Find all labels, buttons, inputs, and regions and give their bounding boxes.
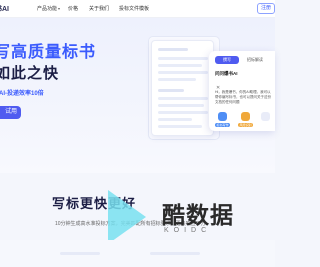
quick-action-risk[interactable]: 风险识别 xyxy=(238,123,253,127)
doc-line xyxy=(158,97,208,100)
preview-line xyxy=(150,252,200,255)
quick-action-writing[interactable]: 标书写作 xyxy=(215,123,230,127)
doc-line xyxy=(158,57,208,60)
login-button[interactable]: 注册 xyxy=(257,3,275,14)
tab-write[interactable]: 撰写 xyxy=(215,56,239,64)
doc-line xyxy=(158,125,202,128)
watermark-text: 酷数据 xyxy=(162,202,234,228)
chat-question-heading: 问问爆书AI xyxy=(215,71,238,76)
assistant-message: Hi，我是爆书，你的AI助理。我可以帮你编写标书，也可以提问关于这份文档的任何问… xyxy=(215,90,271,104)
doc-line xyxy=(158,78,196,81)
nav-item-pricing[interactable]: 价格 xyxy=(68,5,78,12)
doc-line xyxy=(158,71,208,74)
chevron-down-icon: ▾ xyxy=(58,6,61,11)
doc-line xyxy=(158,104,204,107)
hero-title-text: 写高质量标书 xyxy=(0,44,97,61)
nav-item-label: 产品功能 xyxy=(37,6,58,12)
ai-chat-panel: 撰写 招标解读 问问爆书AI ✕ Hi，我是爆书，你的AI助理。我可以帮你编写标… xyxy=(209,51,275,131)
more-icon[interactable] xyxy=(261,112,270,121)
top-nav: 爆书AI 产品功能▾ 价格 关于我们 投标文件模板 注册 xyxy=(0,0,275,18)
document-icon[interactable] xyxy=(241,112,250,121)
play-icon xyxy=(108,190,146,244)
hero-title: 写高质量标书 xyxy=(0,38,96,62)
preview-line xyxy=(60,252,100,255)
doc-line xyxy=(158,111,208,114)
watermark-subtext: KOIDC xyxy=(164,227,212,234)
try-button[interactable]: 试用 xyxy=(0,106,21,119)
nav-item-about[interactable]: 关于我们 xyxy=(89,5,109,12)
feature-preview-strip xyxy=(0,240,275,267)
doc-line xyxy=(158,118,192,121)
nav-item-products[interactable]: 产品功能▾ xyxy=(37,5,60,12)
doc-line xyxy=(158,64,202,67)
app-logo[interactable]: 爆书AI xyxy=(0,4,9,14)
robot-icon[interactable] xyxy=(218,112,227,121)
hero-tagline: AI-投递效率10倍 xyxy=(0,91,44,97)
doc-line xyxy=(158,89,184,92)
quick-actions: 标书写作 风险识别 xyxy=(215,112,273,128)
hero-subtitle: 如此之快 xyxy=(0,65,60,82)
tab-tender-analysis[interactable]: 招标解读 xyxy=(243,56,267,64)
doc-line xyxy=(158,48,188,51)
nav-item-templates[interactable]: 投标文件模板 xyxy=(119,5,149,12)
document-preview xyxy=(151,40,214,136)
